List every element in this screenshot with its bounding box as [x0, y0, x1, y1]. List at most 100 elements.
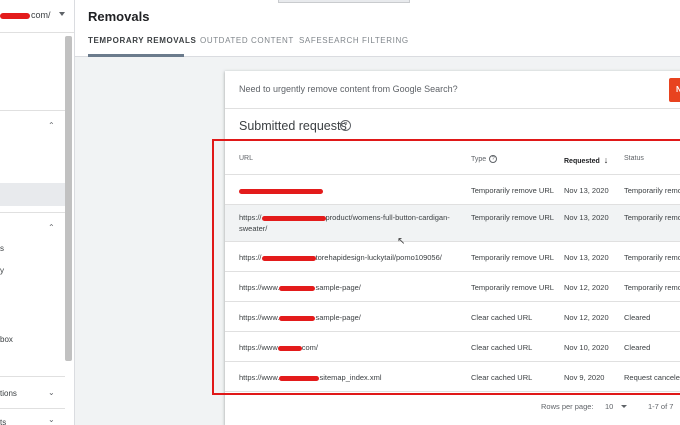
column-header-url: URL	[239, 155, 254, 162]
type-cell: Clear cached URL	[471, 373, 533, 382]
tab-outdated-content[interactable]: OUTDATED CONTENT	[200, 36, 294, 45]
column-header-status: Status	[624, 155, 644, 162]
url-cell: https://www. sitemap_index.xml	[239, 372, 464, 383]
requested-cell: Nov 12, 2020	[564, 283, 609, 292]
sidebar-divider	[0, 376, 65, 377]
sidebar-divider	[0, 408, 65, 409]
requested-cell: Nov 10, 2020	[564, 343, 609, 352]
requested-cell: Nov 12, 2020	[564, 313, 609, 322]
table-row[interactable]: https://product/womens-full-button-cardi…	[225, 205, 680, 242]
tab-temporary-removals[interactable]: TEMPORARY REMOVALS	[88, 36, 196, 45]
redaction-mark	[279, 285, 316, 291]
status-cell: Cleared	[624, 343, 651, 352]
url-prefix: https://www.	[239, 313, 280, 322]
table-row[interactable]: https://www. sample-page/ Clear cached UR…	[225, 302, 680, 332]
chevron-up-icon[interactable]: ⌃	[48, 121, 55, 130]
url-suffix: sitemap_index.xml	[319, 373, 382, 382]
property-selector[interactable]: com/	[0, 0, 74, 33]
url-cell: https://product/womens-full-button-cardi…	[239, 212, 464, 234]
requested-cell: Nov 13, 2020	[564, 186, 609, 195]
type-cell: Temporarily remove URL	[471, 283, 554, 292]
url-suffix: com/	[301, 343, 319, 352]
tab-safesearch-filtering[interactable]: SAFESEARCH FILTERING	[299, 36, 409, 45]
sidebar: com/ ⌃ ⌃ s y box tions ⌄ ts ⌄	[0, 0, 75, 425]
column-header-requested[interactable]: Requested ↓	[564, 155, 608, 165]
property-suffix: com/	[31, 10, 51, 20]
chevron-down-icon[interactable]: ⌄	[48, 388, 55, 397]
banner-text: Need to urgently remove content from Goo…	[239, 84, 458, 94]
url-prefix: https://	[239, 253, 262, 262]
table-row[interactable]: https://www. sample-page/ Temporarily rem…	[225, 272, 680, 302]
url-cell	[239, 185, 464, 196]
redaction-mark	[239, 188, 323, 194]
sidebar-item-label[interactable]: y	[0, 266, 4, 275]
redaction-mark	[261, 255, 316, 261]
redaction-mark	[279, 375, 320, 381]
url-cell: https://www. sample-page/	[239, 282, 464, 293]
status-cell: Temporarily remo	[624, 253, 680, 262]
top-popup-edge	[278, 0, 410, 3]
table-header	[225, 145, 680, 175]
table-row[interactable]: https://www. sitemap_index.xml Clear cach…	[225, 362, 680, 392]
sort-arrow-down-icon: ↓	[603, 155, 609, 165]
requested-cell: Nov 13, 2020	[564, 213, 609, 222]
chevron-down-icon	[59, 12, 65, 16]
rows-per-page-select[interactable]: 10	[605, 402, 613, 411]
active-tab-indicator	[88, 54, 184, 57]
column-header-type-label: Type	[471, 155, 487, 163]
page-header: Removals TEMPORARY REMOVALS OUTDATED CON…	[75, 0, 680, 57]
requests-card: Need to urgently remove content from Goo…	[225, 71, 680, 425]
chevron-up-icon[interactable]: ⌃	[48, 223, 55, 232]
rows-per-page-label: Rows per page:	[541, 402, 594, 411]
pagination-range: 1-7 of 7	[648, 402, 674, 411]
search-console-app: com/ ⌃ ⌃ s y box tions ⌄ ts ⌄ Removals T…	[0, 0, 680, 425]
sidebar-scrollbar[interactable]	[65, 36, 72, 361]
help-icon[interactable]: ?	[489, 155, 498, 163]
url-suffix: sample-page/	[315, 283, 361, 292]
new-request-button[interactable]: N	[669, 78, 680, 102]
sidebar-divider	[0, 110, 65, 111]
sidebar-item-label[interactable]: s	[0, 244, 4, 253]
url-prefix: https://www.	[239, 283, 280, 292]
url-cell: https:// torehapidesign-luckytail/pomo109…	[239, 252, 464, 263]
url-prefix: https://	[239, 213, 262, 222]
status-cell: Cleared	[624, 313, 651, 322]
help-icon[interactable]: ?	[340, 120, 351, 131]
status-cell: Temporarily remo	[624, 283, 680, 292]
url-prefix: https://www	[239, 343, 278, 352]
table-row[interactable]: https://www com/ Clear cached URL Nov 10,…	[225, 332, 680, 362]
sidebar-item-label[interactable]: tions	[0, 389, 17, 398]
type-cell: Temporarily remove URL	[471, 186, 554, 195]
sidebar-item-label[interactable]: ts	[0, 418, 6, 425]
section-title: Submitted requests	[239, 119, 347, 133]
url-cell: https://www com/	[239, 342, 464, 353]
chevron-down-icon[interactable]: ⌄	[48, 415, 55, 424]
pointer-cursor-icon: ↖	[397, 236, 406, 247]
url-suffix: torehapidesign-luckytail/pomo109056/	[315, 253, 442, 262]
type-cell: Temporarily remove URL	[471, 213, 554, 222]
table-row[interactable]: Temporarily remove URL Nov 13, 2020 Temp…	[225, 175, 680, 205]
chevron-down-icon[interactable]	[621, 405, 627, 408]
table-row[interactable]: https:// torehapidesign-luckytail/pomo109…	[225, 242, 680, 272]
requested-cell: Nov 13, 2020	[564, 253, 609, 262]
url-suffix: sample-page/	[315, 313, 361, 322]
status-cell: Request canceled	[624, 373, 680, 382]
sidebar-divider	[0, 212, 65, 213]
requested-cell: Nov 9, 2020	[564, 373, 605, 382]
type-cell: Clear cached URL	[471, 313, 533, 322]
status-cell: Temporarily remo	[624, 213, 680, 222]
page-title: Removals	[88, 9, 150, 24]
sidebar-item-label[interactable]: box	[0, 335, 13, 344]
type-cell: Temporarily remove URL	[471, 253, 554, 262]
urgent-removal-banner: Need to urgently remove content from Goo…	[225, 71, 680, 109]
status-cell: Temporarily remo	[624, 186, 680, 195]
redaction-mark	[0, 12, 30, 19]
sidebar-item-removals[interactable]	[0, 183, 65, 206]
url-cell: https://www. sample-page/	[239, 312, 464, 323]
redaction-mark	[279, 315, 316, 321]
redaction-mark	[277, 345, 302, 351]
property-name: com/	[0, 10, 51, 20]
url-prefix: https://www.	[239, 373, 280, 382]
column-header-type: Type?	[471, 155, 498, 163]
column-header-requested-label: Requested	[564, 158, 600, 165]
